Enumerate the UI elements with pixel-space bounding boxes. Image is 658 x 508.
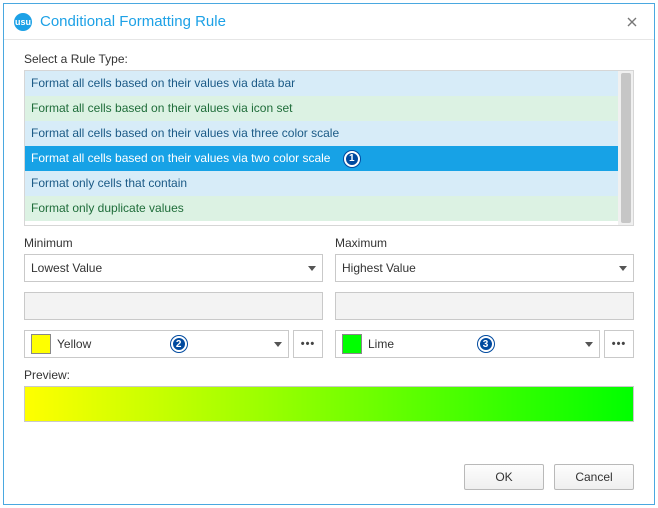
app-icon: usu [14, 13, 32, 31]
rule-type-item-label: Format all cells based on their values v… [31, 101, 292, 115]
ellipsis-icon: ••• [301, 338, 316, 350]
dialog-window: usu Conditional Formatting Rule Select a… [3, 3, 655, 505]
rule-type-item-label: Format only duplicate values [31, 201, 184, 215]
close-button[interactable] [620, 10, 644, 34]
rule-type-item[interactable]: Format all cells based on their values v… [25, 96, 618, 121]
rule-type-item-label: Format all cells based on their values v… [31, 76, 295, 90]
preview-label: Preview: [24, 368, 634, 382]
cancel-button[interactable]: Cancel [554, 464, 634, 490]
chevron-down-icon [274, 342, 282, 347]
close-icon [627, 17, 637, 27]
preview-gradient [24, 386, 634, 422]
scrollbar-thumb[interactable] [621, 73, 631, 223]
minimum-color-row: Yellow 2 ••• [24, 330, 323, 358]
maximum-column: Maximum Highest Value Lime 3 ••• [335, 236, 634, 368]
minimum-column: Minimum Lowest Value Yellow 2 ••• [24, 236, 323, 368]
maximum-label: Maximum [335, 236, 634, 250]
minimum-label: Minimum [24, 236, 323, 250]
minimum-type-value: Lowest Value [31, 261, 102, 275]
ok-button-label: OK [495, 470, 512, 484]
dialog-title: Conditional Formatting Rule [40, 13, 620, 30]
minimum-type-combo[interactable]: Lowest Value [24, 254, 323, 282]
minimum-color-swatch [31, 334, 51, 354]
maximum-color-row: Lime 3 ••• [335, 330, 634, 358]
maximum-type-value: Highest Value [342, 261, 416, 275]
ellipsis-icon: ••• [612, 338, 627, 350]
rule-type-scrollbar[interactable] [618, 71, 633, 225]
minimum-color-combo[interactable]: Yellow 2 [24, 330, 289, 358]
maximum-value-input[interactable] [335, 292, 634, 320]
chevron-down-icon [308, 266, 316, 271]
rule-type-item-label: Format only cells that contain [31, 176, 187, 190]
chevron-down-icon [619, 266, 627, 271]
rule-type-list: Format all cells based on their values v… [24, 70, 634, 226]
rule-type-item[interactable]: Format only duplicate values [25, 196, 618, 221]
minimum-color-name: Yellow [57, 337, 91, 351]
minimum-color-more-button[interactable]: ••• [293, 330, 323, 358]
maximum-color-more-button[interactable]: ••• [604, 330, 634, 358]
maximum-type-combo[interactable]: Highest Value [335, 254, 634, 282]
rule-type-list-inner: Format all cells based on their values v… [25, 71, 618, 225]
rule-type-item[interactable]: Format all cells based on their values v… [25, 121, 618, 146]
rule-type-item-label: Format all cells based on their values v… [31, 151, 330, 165]
ok-button[interactable]: OK [464, 464, 544, 490]
callout-2: 2 [171, 336, 187, 352]
rule-type-item-label: Format all cells based on their values v… [31, 126, 339, 140]
maximum-color-swatch [342, 334, 362, 354]
rule-type-item-selected[interactable]: Format all cells based on their values v… [25, 146, 618, 171]
callout-1: 1 [344, 151, 360, 167]
maximum-color-combo[interactable]: Lime 3 [335, 330, 600, 358]
titlebar: usu Conditional Formatting Rule [4, 4, 654, 40]
value-columns: Minimum Lowest Value Yellow 2 ••• [24, 236, 634, 368]
rule-type-item[interactable]: Format only cells that contain [25, 171, 618, 196]
dialog-body: Select a Rule Type: Format all cells bas… [4, 40, 654, 464]
maximum-color-name: Lime [368, 337, 394, 351]
minimum-value-input[interactable] [24, 292, 323, 320]
dialog-footer: OK Cancel [4, 464, 654, 504]
rule-type-label: Select a Rule Type: [24, 52, 634, 66]
chevron-down-icon [585, 342, 593, 347]
rule-type-item[interactable]: Format all cells based on their values v… [25, 71, 618, 96]
callout-3: 3 [478, 336, 494, 352]
cancel-button-label: Cancel [575, 470, 612, 484]
